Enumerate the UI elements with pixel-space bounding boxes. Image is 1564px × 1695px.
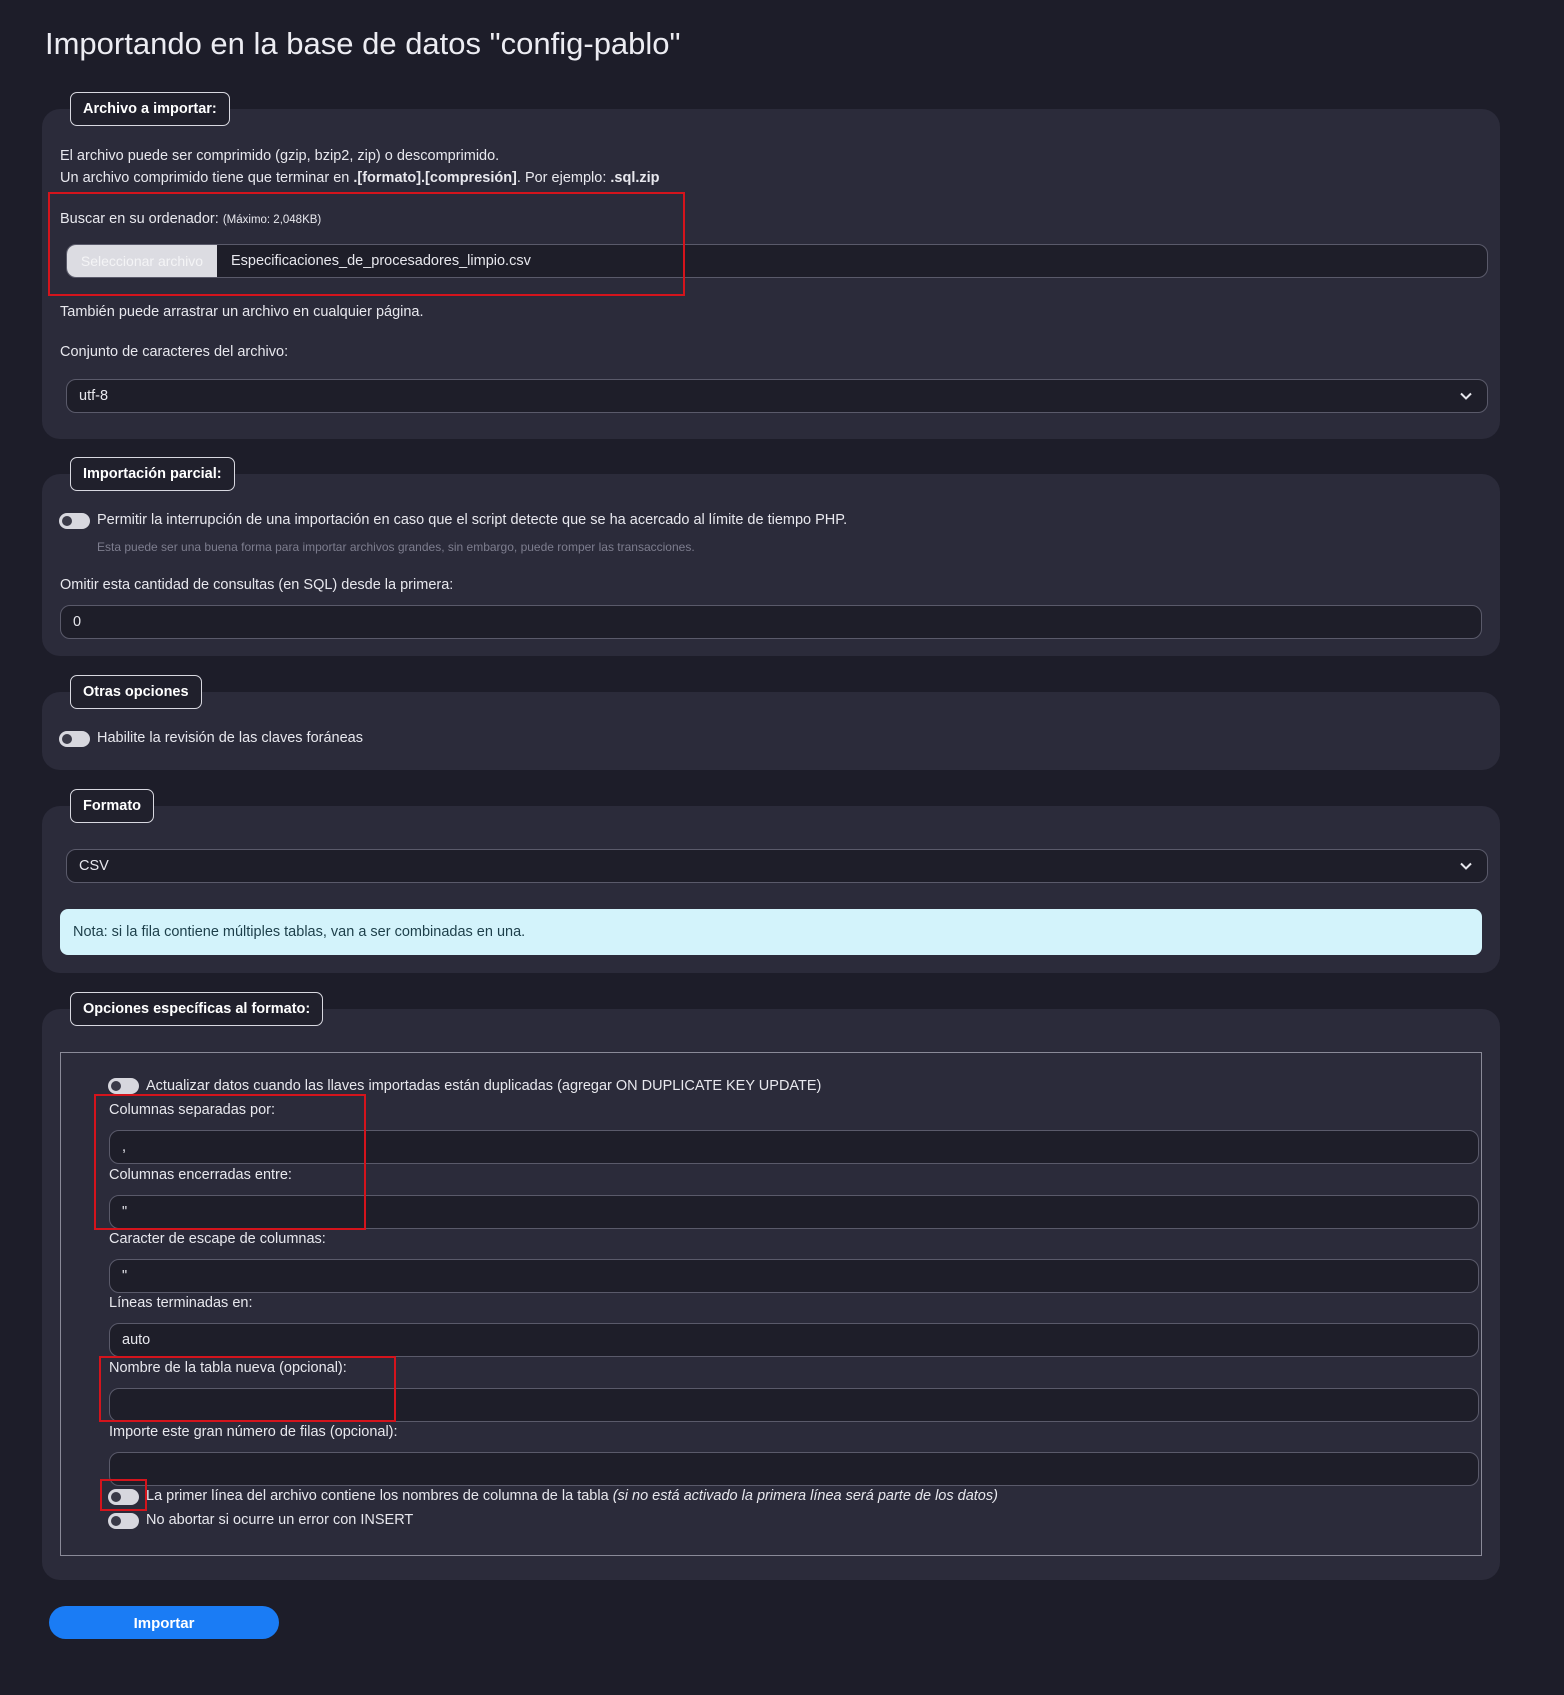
first-line-headers-hint: (si no está activado la primera línea se… <box>612 1488 998 1504</box>
format-select[interactable]: CSV <box>66 849 1488 883</box>
format-note: Nota: si la fila contiene múltiples tabl… <box>60 909 1482 955</box>
update-duplicates-toggle[interactable] <box>108 1078 139 1094</box>
browse-label: Buscar en su ordenador: (Máximo: 2,048KB… <box>60 211 321 227</box>
lines-terminated-label: Líneas terminadas en: <box>109 1295 253 1311</box>
rows-count-label: Importe este gran número de filas (opcio… <box>109 1424 398 1440</box>
compression-info-pre: Un archivo comprimido tiene que terminar… <box>60 170 354 186</box>
file-input[interactable]: Seleccionar archivo Especificaciones_de_… <box>66 244 1488 278</box>
compression-info-mid: . Por ejemplo: <box>516 170 611 186</box>
max-size-text: (Máximo: 2,048KB) <box>222 214 322 226</box>
columns-separated-input[interactable]: , <box>109 1130 1479 1164</box>
columns-enclosed-input[interactable]: " <box>109 1195 1479 1229</box>
compression-info-line1: El archivo puede ser comprimido (gzip, b… <box>60 148 500 164</box>
compression-format-hint: .[formato].[compresión] <box>353 170 517 186</box>
new-table-name-label: Nombre de la tabla nueva (opcional): <box>109 1360 347 1376</box>
no-abort-label: No abortar si ocurre un error con INSERT <box>146 1512 414 1528</box>
update-duplicates-label: Actualizar datos cuando las llaves impor… <box>146 1078 822 1094</box>
rows-count-input[interactable] <box>109 1452 1479 1486</box>
import-button[interactable]: Importar <box>49 1606 279 1639</box>
skip-queries-input[interactable]: 0 <box>60 605 1482 639</box>
compression-info-line2: Un archivo comprimido tiene que terminar… <box>60 170 660 186</box>
charset-select[interactable]: utf-8 <box>66 379 1488 413</box>
escape-char-input[interactable]: " <box>109 1259 1479 1293</box>
lines-terminated-input[interactable]: auto <box>109 1323 1479 1357</box>
browse-label-text: Buscar en su ordenador: <box>60 211 219 227</box>
format-options-legend: Opciones específicas al formato: <box>70 992 324 1026</box>
first-line-headers-toggle[interactable] <box>108 1489 139 1505</box>
compression-example: .sql.zip <box>610 170 660 186</box>
foreign-keys-toggle[interactable] <box>59 731 90 747</box>
first-line-headers-text: La primer línea del archivo contiene los… <box>146 1488 609 1504</box>
chevron-down-icon <box>1460 862 1472 870</box>
charset-label: Conjunto de caracteres del archivo: <box>60 344 289 360</box>
columns-separated-label: Columnas separadas por: <box>109 1102 276 1118</box>
allow-interrupt-label: Permitir la interrupción de una importac… <box>97 512 848 528</box>
chevron-down-icon <box>1460 392 1472 400</box>
skip-queries-label: Omitir esta cantidad de consultas (en SQ… <box>60 577 454 593</box>
format-legend: Formato <box>70 789 154 823</box>
allow-interrupt-hint: Esta puede ser una buena forma para impo… <box>97 540 695 554</box>
format-select-value: CSV <box>79 858 109 874</box>
allow-interrupt-toggle[interactable] <box>59 513 90 529</box>
new-table-name-input[interactable] <box>109 1388 1479 1422</box>
choose-file-button[interactable]: Seleccionar archivo <box>67 245 217 277</box>
partial-import-legend: Importación parcial: <box>70 457 235 491</box>
other-options-legend: Otras opciones <box>70 675 202 709</box>
selected-file-name: Especificaciones_de_procesadores_limpio.… <box>231 253 531 269</box>
charset-select-value: utf-8 <box>79 388 109 404</box>
first-line-headers-label: La primer línea del archivo contiene los… <box>146 1488 998 1504</box>
escape-char-label: Caracter de escape de columnas: <box>109 1231 326 1247</box>
columns-enclosed-label: Columnas encerradas entre: <box>109 1167 292 1183</box>
foreign-keys-label: Habilite la revisión de las claves forán… <box>97 730 363 746</box>
drag-hint: También puede arrastrar un archivo en cu… <box>60 304 424 320</box>
no-abort-toggle[interactable] <box>108 1513 139 1529</box>
page-title: Importando en la base de datos "config-p… <box>45 26 681 61</box>
file-panel-legend: Archivo a importar: <box>70 92 230 126</box>
